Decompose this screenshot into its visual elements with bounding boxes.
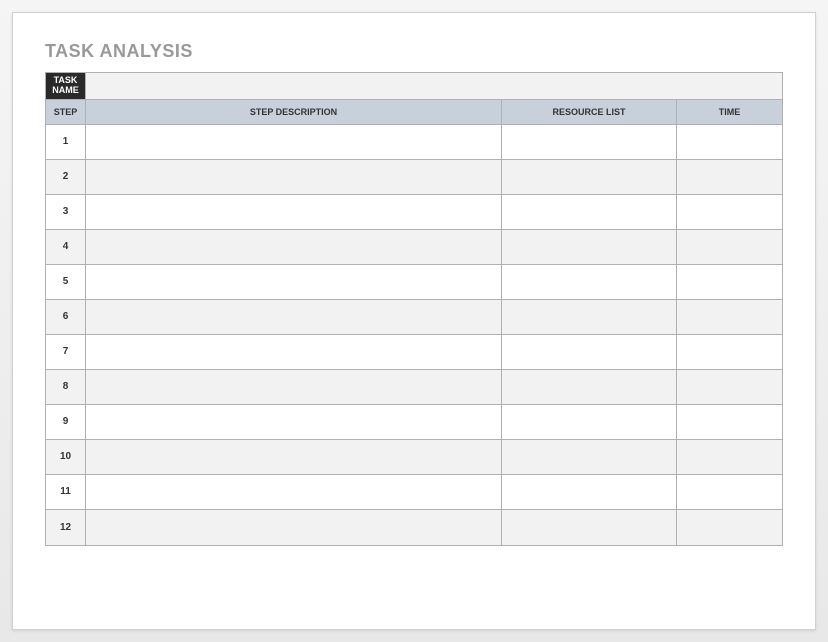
step-cell: 7 (46, 335, 86, 369)
step-number: 8 (63, 381, 69, 392)
time-cell[interactable] (677, 230, 782, 264)
description-cell[interactable] (86, 475, 502, 509)
time-cell[interactable] (677, 405, 782, 439)
step-cell: 9 (46, 405, 86, 439)
step-number: 12 (60, 522, 71, 533)
step-cell: 3 (46, 195, 86, 229)
step-cell: 11 (46, 475, 86, 509)
resource-cell[interactable] (502, 160, 677, 194)
step-number: 1 (63, 136, 69, 147)
header-step: STEP (46, 100, 86, 124)
table-row: 1 (46, 125, 782, 160)
step-number: 4 (63, 241, 69, 252)
time-cell[interactable] (677, 160, 782, 194)
step-number: 2 (63, 171, 69, 182)
step-number: 3 (63, 206, 69, 217)
header-resource: RESOURCE LIST (502, 100, 677, 124)
description-cell[interactable] (86, 440, 502, 474)
task-name-row: TASK NAME (46, 73, 782, 100)
task-name-input[interactable] (86, 73, 782, 99)
table-header-row: STEP STEP DESCRIPTION RESOURCE LIST TIME (46, 100, 782, 125)
step-number: 5 (63, 276, 69, 287)
description-cell[interactable] (86, 230, 502, 264)
task-name-label: TASK NAME (46, 73, 86, 99)
page-title: TASK ANALYSIS (45, 41, 783, 62)
table-row: 8 (46, 370, 782, 405)
task-analysis-table: TASK NAME STEP STEP DESCRIPTION RESOURCE… (45, 72, 783, 546)
time-cell[interactable] (677, 475, 782, 509)
resource-cell[interactable] (502, 230, 677, 264)
table-row: 12 (46, 510, 782, 545)
step-number: 9 (63, 416, 69, 427)
description-cell[interactable] (86, 405, 502, 439)
time-cell[interactable] (677, 510, 782, 545)
description-cell[interactable] (86, 160, 502, 194)
step-number: 6 (63, 311, 69, 322)
description-cell[interactable] (86, 335, 502, 369)
step-cell: 8 (46, 370, 86, 404)
time-cell[interactable] (677, 265, 782, 299)
document-page: TASK ANALYSIS TASK NAME STEP STEP DESCRI… (12, 12, 816, 630)
step-number: 7 (63, 346, 69, 357)
table-row: 4 (46, 230, 782, 265)
resource-cell[interactable] (502, 125, 677, 159)
description-cell[interactable] (86, 370, 502, 404)
header-description: STEP DESCRIPTION (86, 100, 502, 124)
description-cell[interactable] (86, 510, 502, 545)
table-row: 11 (46, 475, 782, 510)
step-cell: 2 (46, 160, 86, 194)
resource-cell[interactable] (502, 370, 677, 404)
description-cell[interactable] (86, 300, 502, 334)
resource-cell[interactable] (502, 440, 677, 474)
header-time: TIME (677, 100, 782, 124)
description-cell[interactable] (86, 265, 502, 299)
description-cell[interactable] (86, 195, 502, 229)
step-cell: 12 (46, 510, 86, 545)
table-row: 2 (46, 160, 782, 195)
step-number: 11 (60, 486, 71, 497)
time-cell[interactable] (677, 195, 782, 229)
time-cell[interactable] (677, 440, 782, 474)
table-row: 5 (46, 265, 782, 300)
table-row: 3 (46, 195, 782, 230)
table-row: 10 (46, 440, 782, 475)
table-body: 123456789101112 (46, 125, 782, 545)
resource-cell[interactable] (502, 475, 677, 509)
table-row: 9 (46, 405, 782, 440)
step-cell: 10 (46, 440, 86, 474)
step-cell: 1 (46, 125, 86, 159)
step-number: 10 (60, 451, 71, 462)
table-row: 6 (46, 300, 782, 335)
resource-cell[interactable] (502, 265, 677, 299)
step-cell: 5 (46, 265, 86, 299)
resource-cell[interactable] (502, 335, 677, 369)
resource-cell[interactable] (502, 405, 677, 439)
time-cell[interactable] (677, 300, 782, 334)
resource-cell[interactable] (502, 510, 677, 545)
time-cell[interactable] (677, 335, 782, 369)
time-cell[interactable] (677, 125, 782, 159)
description-cell[interactable] (86, 125, 502, 159)
resource-cell[interactable] (502, 195, 677, 229)
time-cell[interactable] (677, 370, 782, 404)
step-cell: 4 (46, 230, 86, 264)
resource-cell[interactable] (502, 300, 677, 334)
table-row: 7 (46, 335, 782, 370)
step-cell: 6 (46, 300, 86, 334)
